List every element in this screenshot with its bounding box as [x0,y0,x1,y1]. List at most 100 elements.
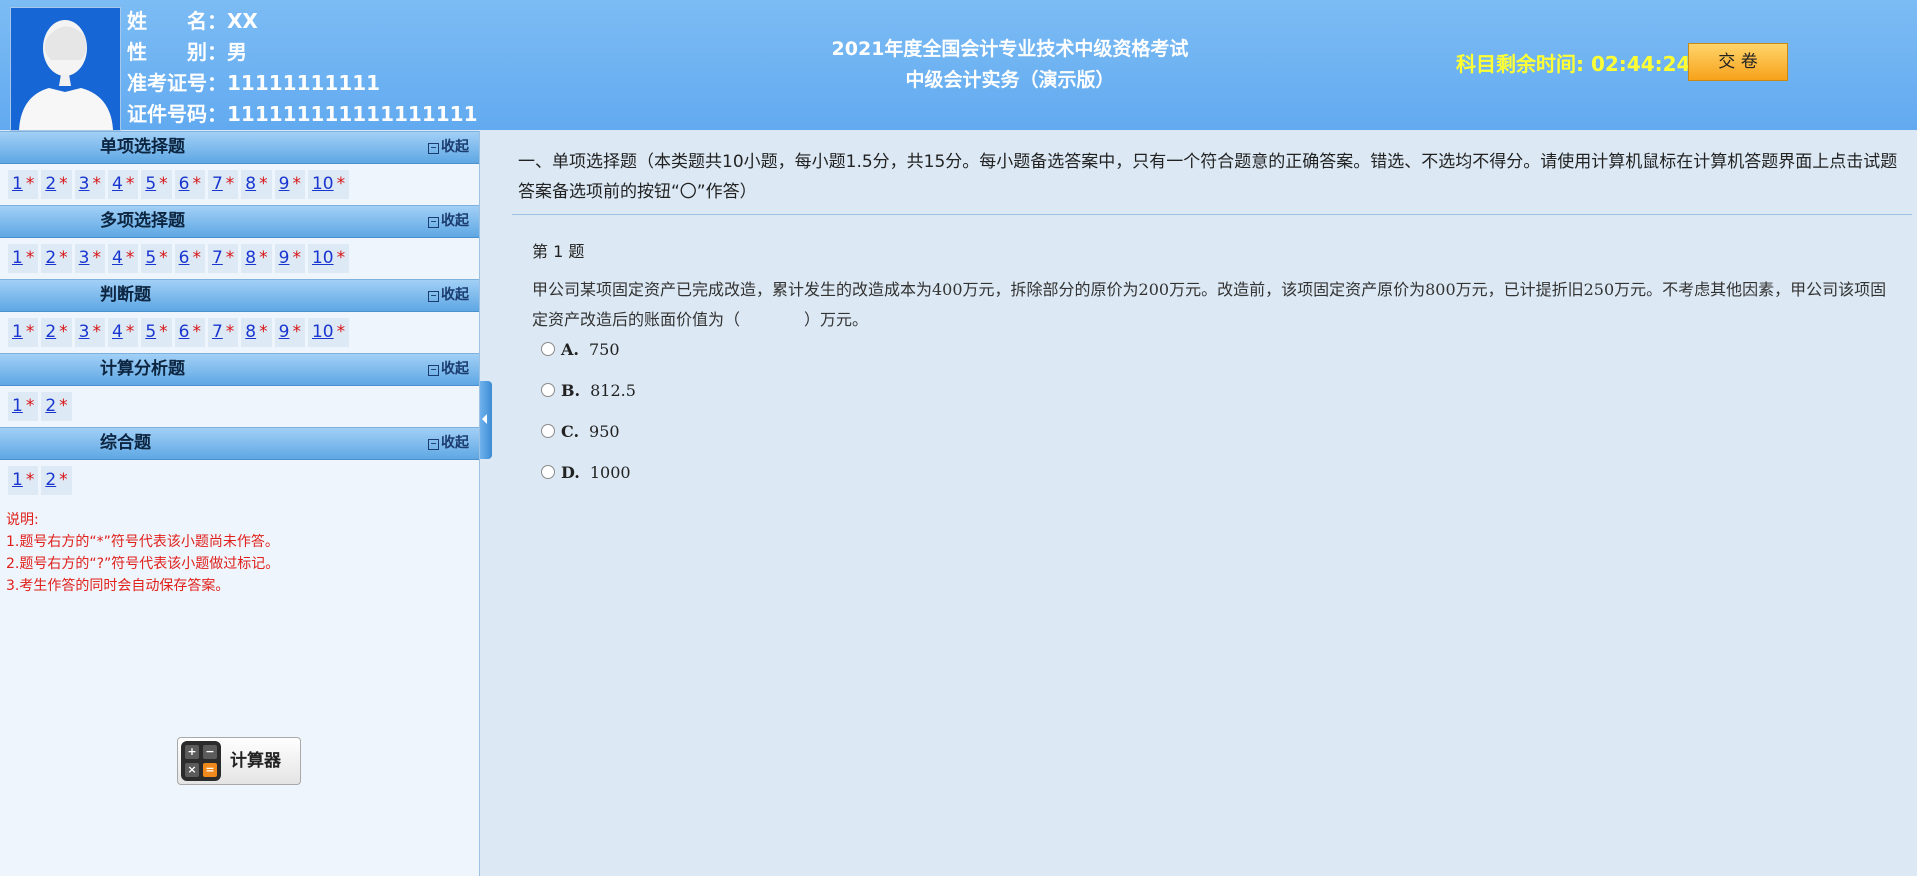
question-number-link[interactable]: 8 * [241,244,272,273]
question-number-link[interactable]: 2 * [41,318,72,347]
section-header: 综合题 − 收起 [0,427,479,460]
question-number: 6 [178,322,190,342]
question-number-link[interactable]: 4 * [107,170,139,199]
question-number-link[interactable]: 9 * [274,170,305,199]
answer-option[interactable]: D. 1000 [541,462,631,484]
question-number: 2 [45,396,57,416]
question-number: 2 [45,248,57,268]
unanswered-mark: * [336,248,346,268]
collapse-section-button[interactable]: − 收起 [428,354,469,385]
answer-option[interactable]: B. 812.5 [541,380,636,402]
exam-title: 2021年度全国会计专业技术中级资格考试 [831,38,1189,60]
calculator-label: 计算器 [230,751,281,771]
section-header: 单项选择题 − 收起 [0,131,479,164]
calculator-icon: + − × = [181,741,221,781]
question-text: 甲公司某项固定资产已完成改造，累计发生的改造成本为400万元，拆除部分的原价为2… [532,280,1887,329]
section-header: 判断题 − 收起 [0,279,479,312]
question-number-link[interactable]: 3 * [74,170,105,199]
unanswered-mark: * [92,248,101,268]
question-number-link[interactable]: 1 * [8,318,39,347]
collapse-section-button[interactable]: − 收起 [428,428,469,459]
section-instruction: 一、单项选择题（本类题共10小题，每小题1.5分，共15分。每小题备选答案中，只… [518,152,1898,202]
candidate-photo [10,7,121,131]
collapse-section-button[interactable]: − 收起 [428,132,469,163]
question-number-link[interactable]: 2 * [41,170,72,199]
question-number: 10 [311,248,334,268]
question-number-link[interactable]: 2 * [41,244,72,273]
radio-button[interactable] [541,383,555,397]
collapse-section-button[interactable]: − 收起 [428,206,469,237]
question-number-link[interactable]: 6 * [174,244,205,273]
candidate-name-row: 姓 名：XX [127,6,478,37]
unanswered-mark: * [59,396,68,416]
unanswered-mark: * [25,470,35,490]
remaining-time: 科目剩余时间: 02:44:24 [1456,48,1690,77]
unanswered-mark: * [159,322,168,342]
answer-option[interactable]: A. 750 [541,339,620,361]
question-number-link[interactable]: 1 * [8,466,39,495]
exam-id-label: 准考证号： [127,71,227,95]
unanswered-mark: * [159,248,168,268]
question-number-link[interactable]: 5 * [141,170,172,199]
question-number-link[interactable]: 6 * [174,318,205,347]
question-number-link[interactable]: 2 * [41,392,72,421]
option-key: A. [561,340,579,359]
submit-exam-button[interactable]: 交 卷 [1688,43,1788,81]
question-number-link[interactable]: 10 * [307,170,350,199]
section-header: 多项选择题 − 收起 [0,205,479,238]
sidebar-toggle[interactable] [480,381,492,459]
question-number-link[interactable]: 8 * [241,318,272,347]
question-number-link[interactable]: 7 * [207,244,239,273]
question-number-link[interactable]: 10 * [307,244,350,273]
question-number: 1 [12,470,23,490]
radio-button[interactable] [541,342,555,356]
question-number: 3 [78,322,90,342]
radio-button[interactable] [541,424,555,438]
candidate-name: XX [227,9,258,33]
question-number-link[interactable]: 2 * [41,466,72,495]
question-number-link[interactable]: 1 * [8,170,39,199]
question-number-link[interactable]: 3 * [74,318,105,347]
question-number-link[interactable]: 5 * [141,318,172,347]
cert-number-row: 证件号码：111111111111111111 [127,99,478,130]
question-number-link[interactable]: 4 * [107,244,139,273]
collapse-section-button[interactable]: − 收起 [428,280,469,311]
radio-button[interactable] [541,465,555,479]
question-number-link[interactable]: 10 * [307,318,350,347]
calculator-button[interactable]: + − × = 计算器 [177,737,301,785]
question-number-link[interactable]: 9 * [274,244,305,273]
cert-label: 证件号码： [127,102,227,126]
collapse-label: 收起 [441,213,469,229]
question-number: 4 [111,248,123,268]
unanswered-mark: * [25,248,35,268]
question-number-link[interactable]: 1 * [8,244,39,273]
question-title: 第 1 题 [532,242,585,261]
avatar-silhouette-icon [11,8,120,130]
section-title: 多项选择题 [100,211,185,231]
question-number-link[interactable]: 3 * [74,244,105,273]
question-number-link[interactable]: 6 * [174,170,205,199]
unanswered-mark: * [259,174,268,194]
question-number: 1 [12,174,23,194]
unanswered-mark: * [25,322,35,342]
section-question-list: 1 * 2 * 3 * 4 * 5 * 6 * 7 * 8 * 9 * 10 * [0,164,479,205]
question-number-link[interactable]: 5 * [141,244,172,273]
question-number: 6 [178,174,190,194]
question-number-link[interactable]: 7 * [207,170,239,199]
unanswered-mark: * [192,174,201,194]
question-number-link[interactable]: 4 * [107,318,139,347]
question-number-link[interactable]: 9 * [274,318,305,347]
minus-box-icon: − [428,217,439,228]
question-number: 9 [278,174,290,194]
question-number-link[interactable]: 8 * [241,170,272,199]
unanswered-mark: * [192,322,201,342]
unanswered-mark: * [125,174,135,194]
note-line: 说明: [6,512,39,528]
candidate-gender: 男 [227,40,247,64]
question-number-link[interactable]: 7 * [207,318,239,347]
answer-option[interactable]: C. 950 [541,421,620,443]
question-number: 1 [12,248,23,268]
question-number-link[interactable]: 1 * [8,392,39,421]
question-number: 3 [78,174,90,194]
question-number: 9 [278,322,290,342]
